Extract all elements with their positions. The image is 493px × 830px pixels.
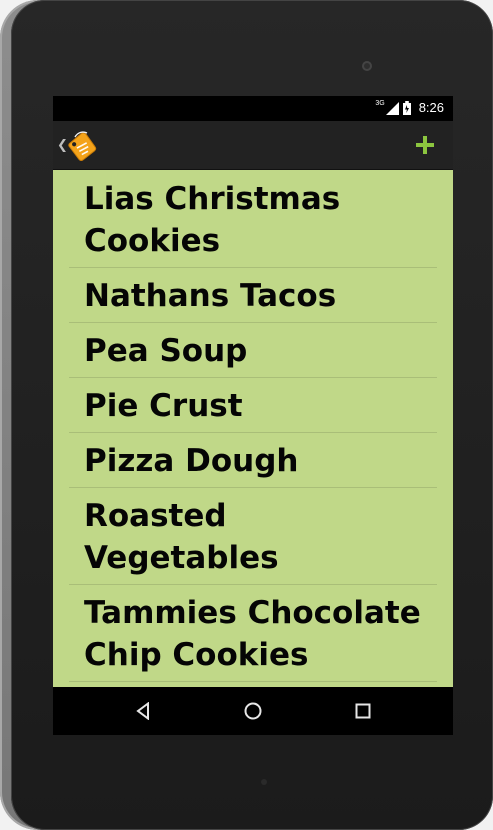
signal-icon [385, 101, 399, 115]
recipe-tag-icon [68, 131, 97, 161]
tablet-frame: 3G 8:26 ❮ Lias Christmas Cookies Nathans… [0, 0, 493, 830]
recipe-list-item[interactable]: Roasted Vegetables [69, 488, 437, 585]
back-triangle-icon [136, 702, 149, 720]
navigation-bar [53, 687, 453, 735]
status-bar: 3G 8:26 [53, 96, 453, 121]
plus-icon [416, 136, 434, 154]
action-bar: ❮ [53, 121, 453, 170]
back-button[interactable] [113, 687, 173, 735]
recipe-list-item[interactable]: Pizza Dough [69, 433, 437, 488]
add-recipe-button[interactable] [403, 121, 447, 169]
home-circle-icon [244, 702, 262, 720]
microphone-dot [261, 779, 267, 785]
up-navigation-button[interactable]: ❮ [53, 121, 101, 169]
device-screen: 3G 8:26 ❮ Lias Christmas Cookies Nathans… [53, 96, 453, 735]
recents-button[interactable] [333, 687, 393, 735]
recipe-list: Lias Christmas Cookies Nathans Tacos Pea… [53, 170, 453, 682]
recipe-list-item[interactable]: Nathans Tacos [69, 268, 437, 323]
recipe-list-item[interactable]: Tammies Chocolate Chip Cookies [69, 585, 437, 682]
recents-square-icon [355, 703, 371, 719]
network-type-label: 3G [375, 99, 385, 107]
recipe-list-item[interactable]: Lias Christmas Cookies [69, 170, 437, 268]
recipe-list-container: Lias Christmas Cookies Nathans Tacos Pea… [53, 170, 453, 687]
recipe-list-item[interactable]: Pie Crust [69, 378, 437, 433]
home-button[interactable] [223, 687, 283, 735]
battery-icon [402, 101, 411, 115]
status-icons: 3G 8:26 [375, 100, 444, 116]
recipe-list-item[interactable]: Pea Soup [69, 323, 437, 378]
status-time: 8:26 [418, 100, 444, 115]
front-camera [362, 61, 372, 71]
